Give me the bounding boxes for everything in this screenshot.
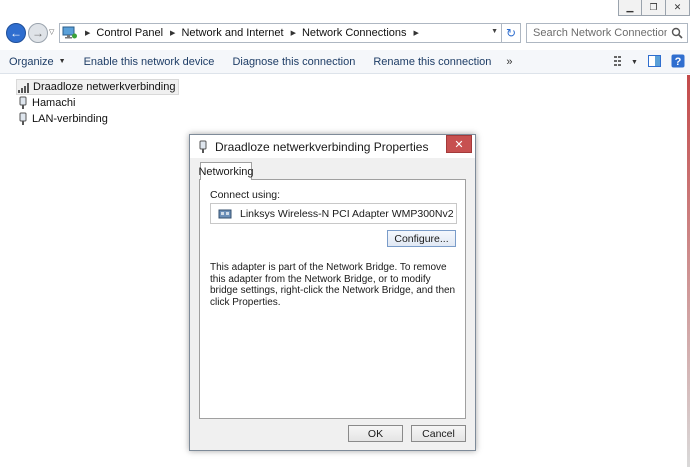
network-adapter-icon	[197, 140, 209, 154]
preview-pane-icon	[647, 54, 661, 70]
dialog-close-button[interactable]: ✕	[446, 135, 472, 153]
chevron-right-icon[interactable]: ▶	[414, 29, 419, 37]
command-bar: Organize ▼ Enable this network device Di…	[0, 50, 690, 74]
minimize-button[interactable]: ▁	[618, 0, 642, 16]
chevron-right-icon[interactable]: ▶	[170, 29, 175, 37]
breadcrumb-control-panel[interactable]: Control Panel	[96, 27, 163, 39]
search-icon[interactable]	[671, 27, 683, 39]
configure-button[interactable]: Configure...	[387, 230, 456, 247]
chevron-down-icon: ▽	[49, 29, 55, 36]
forward-button[interactable]: →	[28, 23, 48, 43]
networking-panel: Connect using: Linksys Wireless-N PCI Ad…	[199, 179, 466, 419]
close-icon: ✕	[454, 138, 464, 151]
chevron-right-icon[interactable]: ▶	[291, 29, 296, 37]
search-box[interactable]	[526, 23, 688, 43]
refresh-icon: ↻	[505, 26, 517, 40]
control-panel-icon	[62, 26, 78, 40]
view-controls: ▼ ?	[610, 50, 690, 74]
breadcrumb-network-and-internet[interactable]: Network and Internet	[181, 27, 283, 39]
enable-device-button[interactable]: Enable this network device	[75, 50, 224, 74]
refresh-button[interactable]: ↻	[502, 23, 521, 43]
connection-name: LAN-verbinding	[32, 113, 108, 125]
connection-name: Draadloze netwerkverbinding	[33, 81, 176, 93]
caret-down-icon: ▼	[58, 58, 66, 65]
cancel-button[interactable]: Cancel	[411, 425, 466, 442]
tab-networking[interactable]: Networking	[198, 162, 254, 180]
help-icon: ?	[671, 54, 685, 71]
connect-using-label: Connect using:	[210, 189, 281, 201]
preview-pane-button[interactable]	[642, 50, 666, 74]
arrow-right-icon: →	[32, 26, 44, 40]
recent-pages-button[interactable]: ▽	[49, 28, 58, 38]
wireless-signal-icon	[17, 80, 31, 94]
close-window-button[interactable]: ✕	[666, 0, 690, 16]
diagnose-connection-button[interactable]: Diagnose this connection	[223, 50, 364, 74]
navigation-bar: ← → ▽ ▶ Control Panel ▶ Network and Inte…	[0, 20, 690, 46]
properties-dialog: Draadloze netwerkverbinding Properties ✕…	[189, 134, 476, 451]
adapter-name: Linksys Wireless-N PCI Adapter WMP300Nv2	[240, 207, 454, 220]
network-card-icon	[218, 208, 232, 220]
title-bar: ▁ ❐ ✕	[0, 0, 690, 18]
ok-button[interactable]: OK	[348, 425, 403, 442]
dialog-title-bar[interactable]: Draadloze netwerkverbinding Properties ✕	[190, 135, 475, 158]
connection-item-wireless[interactable]: Draadloze netwerkverbinding	[16, 79, 180, 95]
bridge-description: This adapter is part of the Network Brid…	[210, 262, 456, 308]
search-input[interactable]	[527, 24, 667, 42]
address-bar[interactable]: ▶ Control Panel ▶ Network and Internet ▶…	[59, 23, 502, 43]
rename-connection-button[interactable]: Rename this connection	[364, 50, 500, 74]
view-tiles-icon	[614, 55, 626, 69]
address-dropdown-icon[interactable]: ▼	[491, 28, 498, 35]
breadcrumb-network-connections[interactable]: Network Connections	[302, 27, 407, 39]
organize-button[interactable]: Organize ▼	[0, 50, 75, 74]
change-view-button[interactable]: ▼	[610, 50, 642, 74]
arrow-left-icon: ←	[10, 26, 22, 40]
connection-name: Hamachi	[32, 97, 76, 109]
restore-button[interactable]: ❐	[642, 0, 666, 16]
breadcrumb: ▶ Control Panel ▶ Network and Internet ▶…	[78, 27, 425, 39]
help-button[interactable]: ?	[666, 50, 690, 74]
svg-text:?: ?	[675, 56, 682, 68]
chevron-right-icon[interactable]: ▶	[85, 29, 90, 37]
connection-item-lan[interactable]: LAN-verbinding	[16, 111, 108, 127]
organize-label: Organize	[9, 55, 54, 68]
adapter-field: Linksys Wireless-N PCI Adapter WMP300Nv2	[210, 203, 457, 224]
more-commands-button[interactable]: »	[500, 50, 518, 74]
back-button[interactable]: ←	[6, 23, 26, 43]
caret-down-icon: ▼	[631, 58, 638, 66]
dialog-title: Draadloze netwerkverbinding Properties	[215, 139, 429, 154]
connection-item-hamachi[interactable]: Hamachi	[16, 95, 75, 111]
network-adapter-icon	[16, 96, 30, 110]
window-controls: ▁ ❐ ✕	[618, 0, 690, 16]
network-adapter-icon	[16, 112, 30, 126]
